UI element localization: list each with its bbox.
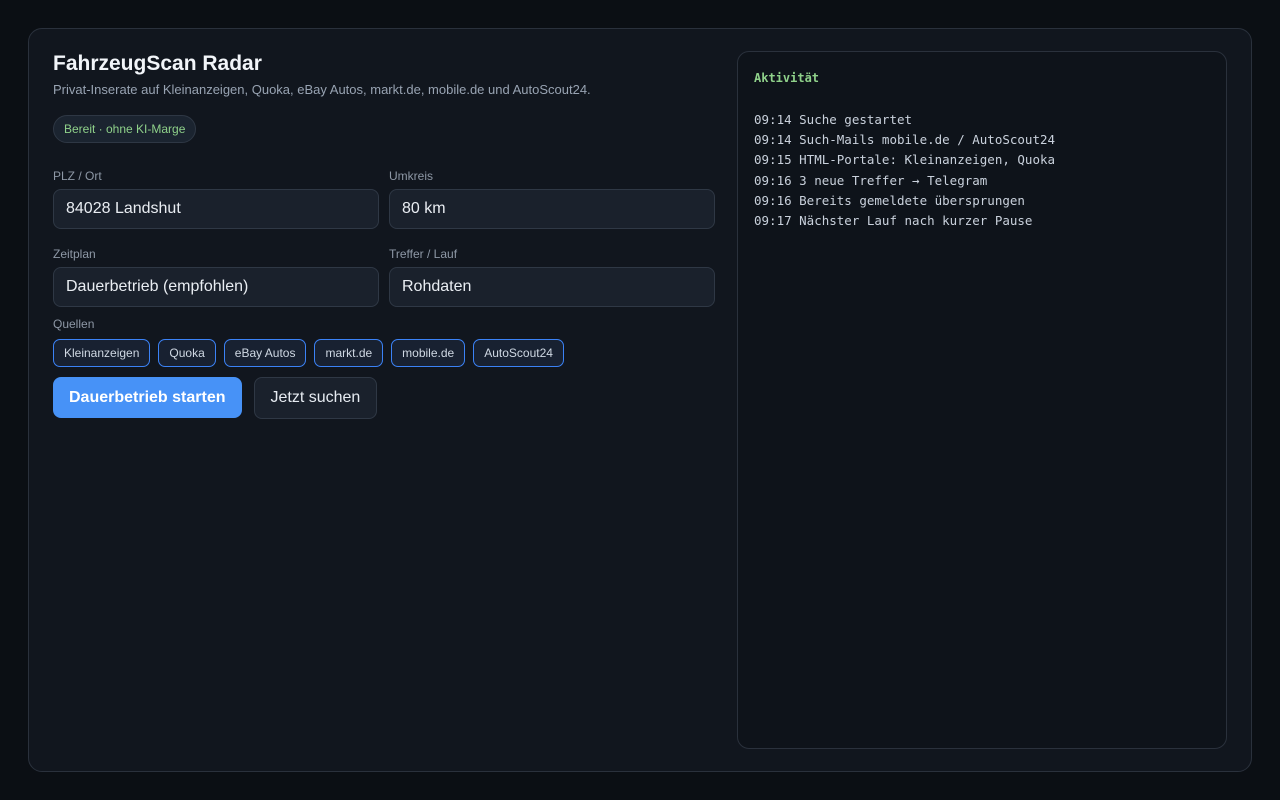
radius-select[interactable]: 80 km (389, 189, 715, 229)
schedule-select[interactable]: Dauerbetrieb (empfohlen) (53, 267, 379, 307)
hits-label: Treffer / Lauf (389, 247, 458, 261)
activity-log-title: Aktivität (754, 71, 820, 85)
status-badge: Bereit · ohne KI-Marge (53, 115, 197, 143)
hits-select[interactable]: Rohdaten (389, 267, 715, 307)
location-field-group: PLZ / Ort 84028 Landshut (53, 169, 379, 247)
action-bar: Dauerbetrieb starten Jetzt suchen (53, 377, 717, 419)
hits-field-group: Treffer / Lauf Rohdaten (389, 247, 715, 325)
location-input[interactable]: 84028 Landshut (53, 189, 379, 229)
log-entry: 09:14 Such-Mails mobile.de / AutoScout24 (754, 132, 1056, 148)
app-window: FahrzeugScan Radar Privat-Inserate auf K… (28, 28, 1252, 772)
log-entry: 09:16 3 neue Treffer → Telegram (754, 172, 988, 188)
source-chip-kleinanzeigen[interactable]: Kleinanzeigen (53, 339, 151, 367)
activity-log-list: 09:14 Suche gestartet 09:14 Such-Mails m… (754, 110, 1210, 231)
log-entry: 09:17 Nächster Lauf nach kurzer Pause (754, 213, 1033, 229)
log-entry: 09:15 HTML-Portale: Kleinanzeigen, Quoka (754, 152, 1056, 168)
radius-field-group: Umkreis 80 km (389, 169, 715, 247)
schedule-field-group: Zeitplan Dauerbetrieb (empfohlen) (53, 247, 379, 325)
app-subtitle: Privat-Inserate auf Kleinanzeigen, Quoka… (53, 82, 591, 97)
activity-log-panel[interactable]: Aktivität 09:14 Suche gestartet 09:14 Su… (737, 51, 1227, 749)
log-entry: 09:14 Suche gestartet (754, 112, 913, 127)
source-chip-ebay-autos[interactable]: eBay Autos (223, 339, 307, 367)
source-chip-quoka[interactable]: Quoka (158, 339, 216, 367)
source-chip-markt-de[interactable]: markt.de (314, 339, 384, 367)
radius-label: Umkreis (389, 169, 433, 183)
source-chip-autoscout24[interactable]: AutoScout24 (473, 339, 564, 367)
settings-form: PLZ / Ort 84028 Landshut Umkreis 80 km Z… (53, 169, 717, 325)
source-chip-mobile-de[interactable]: mobile.de (391, 339, 466, 367)
log-entry: 09:16 Bereits gemeldete übersprungen (754, 192, 1025, 208)
search-now-button[interactable]: Jetzt suchen (253, 377, 378, 419)
app-title: FahrzeugScan Radar (53, 52, 262, 75)
schedule-label: Zeitplan (53, 247, 96, 261)
start-continuous-button[interactable]: Dauerbetrieb starten (53, 377, 242, 418)
source-chips: Kleinanzeigen Quoka eBay Autos markt.de … (53, 339, 717, 367)
control-panel: FahrzeugScan Radar Privat-Inserate auf K… (53, 51, 717, 419)
location-label: PLZ / Ort (53, 169, 102, 183)
